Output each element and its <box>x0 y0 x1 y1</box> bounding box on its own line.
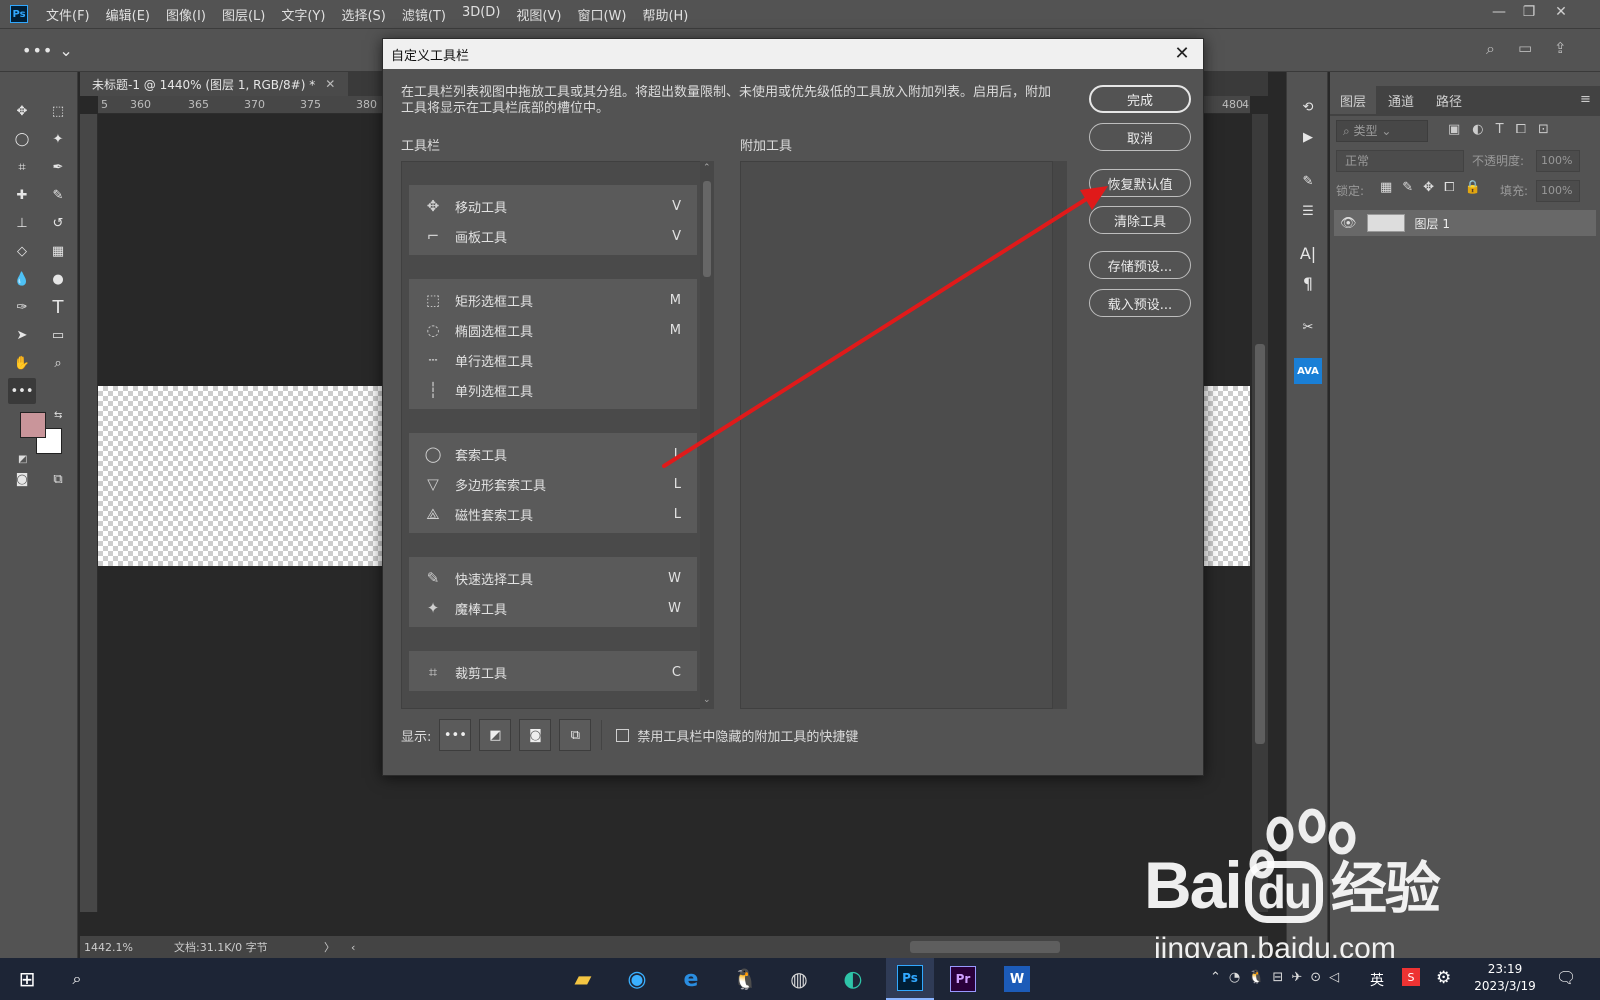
word-taskbar-icon[interactable]: W <box>1000 963 1034 995</box>
arrow-head <box>1080 186 1108 210</box>
foreground-color-swatch[interactable] <box>20 412 46 438</box>
annotation-arrow <box>662 186 1108 468</box>
windows-taskbar: ⊞ ⌕ ▰ ◉ e 🐧 ◍ ◐ Ps Pr W ⌃◔🐧⊟✈⊙◁ 英 S ⚙ 23… <box>0 958 1600 1000</box>
clock-time: 23:19 <box>1487 962 1523 976</box>
sogou-ime-icon[interactable]: S <box>1402 968 1420 986</box>
system-tray-icons[interactable]: ⌃◔🐧⊟✈⊙◁ <box>1210 970 1347 985</box>
premiere-taskbar-icon[interactable]: Pr <box>946 963 980 995</box>
notification-icon[interactable]: 🗨 <box>1556 968 1576 987</box>
clock[interactable]: 23:19 2023/3/19 <box>1470 961 1540 995</box>
qq-browser-icon[interactable]: ◉ <box>620 963 654 995</box>
windows-start-icon[interactable]: ⊞ <box>10 963 44 995</box>
photoshop-taskbar-icon[interactable]: Ps <box>886 958 934 1000</box>
arrow-shaft <box>662 196 1090 468</box>
chrome-icon[interactable]: ◍ <box>782 963 816 995</box>
settings-gear-icon[interactable]: ⚙ <box>1436 968 1451 988</box>
ie-browser-icon[interactable]: e <box>674 963 708 995</box>
edge-icon[interactable]: ◐ <box>836 963 870 995</box>
clock-date: 2023/3/19 <box>1474 979 1536 993</box>
file-explorer-icon[interactable]: ▰ <box>566 963 600 995</box>
search-icon[interactable]: ⌕ <box>60 963 94 995</box>
qq-icon[interactable]: 🐧 <box>728 963 762 995</box>
ime-indicator[interactable]: 英 <box>1370 970 1384 990</box>
